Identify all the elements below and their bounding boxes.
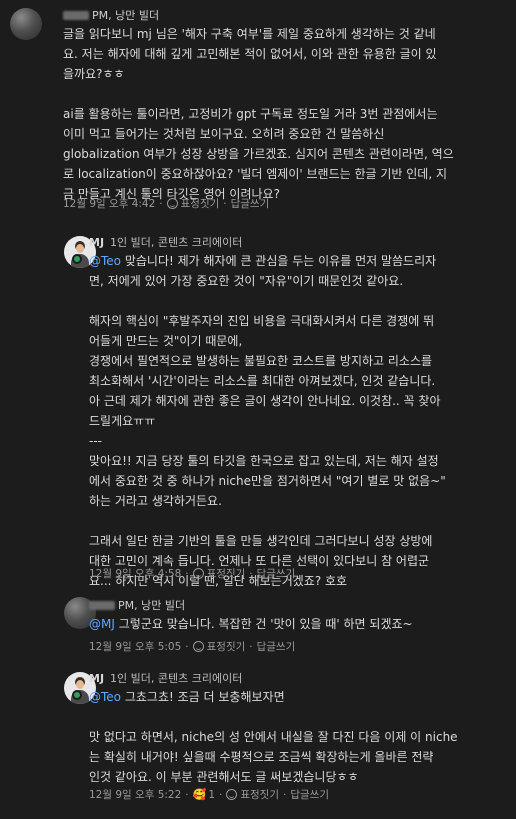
comment-line: 최소화해서 '시간'이라는 리소스를 최대한 아껴보겠다, 인것 같습니다.: [89, 374, 436, 388]
comment-body: 글을 읽다보니 mj 님은 '해자 구축 여부'를 제일 중요하게 생각하는 것…: [63, 24, 454, 204]
comment-body: @Teo 맞습니다! 제가 해자에 큰 관심을 두는 이유를 먼저 말씀드리자 …: [89, 251, 446, 591]
author-name[interactable]: MJ: [89, 672, 104, 685]
comment-line: globalization 여부가 성장 상방을 가르겠죠. 심지어 콘텐츠 관…: [63, 147, 454, 161]
comment-author: MJ 1인 빌더, 콘텐츠 크리에이터: [89, 236, 242, 250]
reaction-chip[interactable]: 🥰 1: [192, 788, 216, 801]
comment-time: 12월 9일 오후 5:22: [89, 789, 182, 801]
author-name-blurred[interactable]: [89, 601, 115, 610]
author-role: 1인 빌더, 콘텐츠 크리에이터: [110, 672, 243, 685]
mention-link[interactable]: @Teo: [89, 254, 121, 268]
comment-line: [89, 291, 446, 311]
smiling-face-hearts-icon: 🥰: [192, 788, 207, 801]
reaction-count: 1: [208, 789, 216, 801]
reply-button[interactable]: 답글쓰기: [257, 641, 296, 653]
comment-author: PM, 낭만 빌더: [63, 9, 159, 23]
comment-line: 어들게 만드는 것"이기 때문에,: [89, 334, 243, 348]
comment-line: 인것 같아요. 이 부분 관련해서도 글 써보겠습니당ㅎㅎ: [89, 770, 359, 784]
comment-body: @MJ 그렇군요 맞습니다. 복잡한 건 '맛이 있을 때' 하면 되겠죠~: [89, 617, 413, 631]
comment-line: [89, 707, 458, 727]
comment-line: 드릴게요ㅠㅠ: [89, 414, 156, 428]
comment-time: 12월 9일 오후 4:42: [63, 198, 156, 210]
author-role: 1인 빌더, 콘텐츠 크리에이터: [110, 236, 243, 249]
comment-line: [89, 511, 446, 531]
comment-line: 해자의 핵심이 "후발주자의 진입 비용을 극대화시켜서 다른 경쟁에 뛰: [89, 314, 435, 328]
reply-button[interactable]: 답글쓰기: [257, 568, 296, 580]
react-button[interactable]: 표정짓기: [192, 568, 245, 580]
comment-line: 로 localization이 중요하잖아요? '빌더 엠제이' 브랜드는 한글…: [63, 167, 448, 181]
comment-time: 12월 9일 오후 4:58: [89, 568, 182, 580]
comment-line: [63, 84, 454, 104]
smile-icon: [192, 568, 204, 579]
comment-author: MJ 1인 빌더, 콘텐츠 크리에이터: [89, 672, 242, 686]
comment-line: ---: [89, 434, 102, 448]
comment-line: ai를 활용하는 툴이라면, 고정비가 gpt 구독료 정도일 거라 3번 관점…: [63, 107, 438, 121]
builder-badge-icon: [72, 254, 82, 264]
react-button[interactable]: 표정짓기: [192, 641, 245, 653]
comment-line: 요. 저는 해자에 대해 깊게 고민해본 적이 없어서, 이와 관한 유용한 글…: [63, 47, 437, 61]
author-name[interactable]: MJ: [89, 236, 104, 249]
comment-meta: 12월 9일 오후 4:58 · 표정짓기 · 답글쓰기: [89, 568, 296, 580]
comment-body: @Teo 그쵸그쵸! 조금 더 보충해보자면 맛 없다고 하면서, niche의…: [89, 687, 458, 787]
builder-badge-icon: [72, 690, 82, 700]
comment-line: 맞아요!! 지금 당장 툴의 타깃을 한국으로 잡고 있는데, 저는 해자 설정: [89, 454, 439, 468]
comment-line: 면, 저에게 있어 가장 중요한 것이 "자유"이기 때문인것 같아요.: [89, 274, 404, 288]
comment-line: 경쟁에서 필연적으로 발생하는 불필요한 코스트를 방지하고 리소스를: [89, 354, 433, 368]
react-button[interactable]: 표정짓기: [166, 198, 219, 210]
comment-line: 는 확실히 내거야! 싶을때 수평적으로 조금씩 확장하는게 올바른 전략: [89, 750, 434, 764]
comment-line: 을까요?ㅎㅎ: [63, 67, 125, 81]
react-button[interactable]: 표정짓기: [226, 789, 279, 801]
reply-button[interactable]: 답글쓰기: [290, 789, 329, 801]
comment-line: 에서 중요한 것 중 하나가 niche만을 점거하면서 "여기 별로 맛 없음…: [89, 474, 446, 488]
smile-icon: [226, 789, 238, 800]
comment-line: 하는 거라고 생각하거든요.: [89, 494, 222, 508]
comment-line: 아 근데 제가 해자에 관한 좋은 글이 생각이 안나네요. 이것참.. 꼭 찾…: [89, 394, 441, 408]
avatar[interactable]: [10, 8, 42, 40]
smile-icon: [192, 641, 204, 652]
comment-time: 12월 9일 오후 5:05: [89, 641, 182, 653]
comment-line: 맛 없다고 하면서, niche의 성 안에서 내실을 잘 다진 다음 이제 이…: [89, 730, 458, 744]
reply-button[interactable]: 답글쓰기: [231, 198, 270, 210]
comment-line: 이미 먹고 들어가는 것처럼 보이구요. 오히려 중요한 건 말씀하신: [63, 127, 385, 141]
comment-meta: 12월 9일 오후 4:42 · 표정짓기 · 답글쓰기: [63, 198, 270, 210]
smile-icon: [166, 198, 178, 209]
mention-link[interactable]: @Teo: [89, 690, 121, 704]
comment-meta: 12월 9일 오후 5:22 · 🥰 1 · 표정짓기 · 답글쓰기: [89, 788, 329, 801]
comment-line: 글을 읽다보니 mj 님은 '해자 구축 여부'를 제일 중요하게 생각하는 것…: [63, 27, 436, 41]
mention-link[interactable]: @MJ: [89, 617, 115, 631]
comment-line: 그래서 일단 한글 기반의 툴을 만들 생각인데 그러다보니 성장 상방에: [89, 534, 433, 548]
comment-author: PM, 낭만 빌더: [89, 599, 185, 613]
comment-meta: 12월 9일 오후 5:05 · 표정짓기 · 답글쓰기: [89, 641, 296, 653]
author-name-blurred[interactable]: [63, 11, 89, 20]
